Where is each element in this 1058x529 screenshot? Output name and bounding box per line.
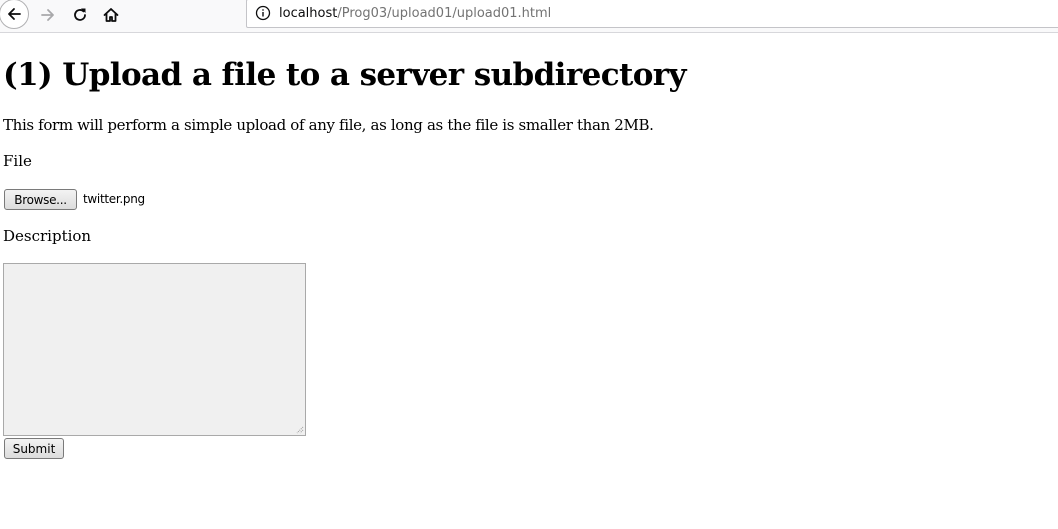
reload-icon <box>74 8 86 21</box>
home-button[interactable] <box>96 0 126 29</box>
back-button[interactable] <box>0 0 29 29</box>
info-icon[interactable] <box>255 5 271 21</box>
description-label: Description <box>3 227 92 245</box>
url-host: localhost <box>279 6 338 21</box>
resize-grip-icon[interactable] <box>294 424 304 434</box>
submit-button[interactable]: Submit <box>4 438 64 459</box>
back-arrow-icon <box>8 8 21 20</box>
home-icon <box>103 7 119 22</box>
reload-button[interactable] <box>65 0 95 29</box>
url-text[interactable]: localhost/Prog03/upload01/upload01.html <box>279 5 551 22</box>
browse-button[interactable]: Browse... <box>4 189 77 210</box>
forward-button[interactable] <box>33 0 63 29</box>
forward-arrow-icon <box>41 8 54 21</box>
selected-file-name: twitter.png <box>83 192 145 206</box>
description-textarea[interactable] <box>3 263 306 436</box>
page-title: (1) Upload a file to a server subdirecto… <box>3 57 687 93</box>
url-path: /Prog03/upload01/upload01.html <box>337 6 552 21</box>
address-bar[interactable]: localhost/Prog03/upload01/upload01.html <box>246 0 1058 28</box>
browser-toolbar: localhost/Prog03/upload01/upload01.html <box>0 0 1058 33</box>
file-label: File <box>3 152 32 170</box>
intro-text: This form will perform a simple upload o… <box>3 116 654 134</box>
